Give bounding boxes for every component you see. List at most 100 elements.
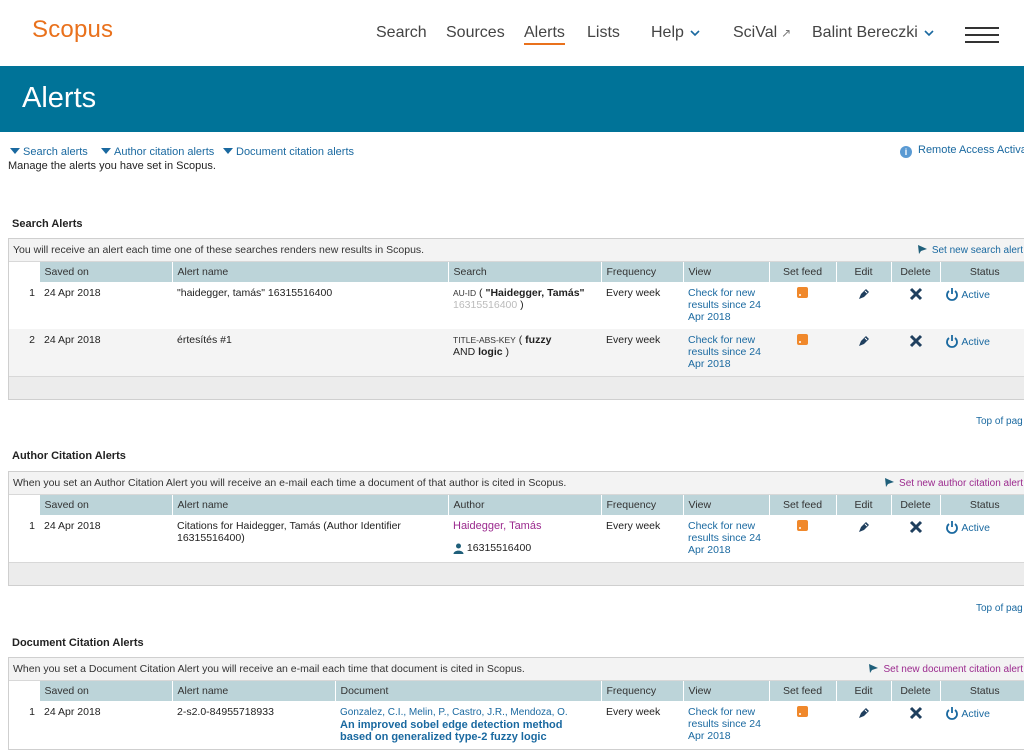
nav-scival[interactable]: SciVal ↗: [733, 24, 791, 42]
set-new-search-alert-link[interactable]: Set new search alert: [917, 244, 1023, 256]
saved-on-cell: 24 Apr 2018: [44, 706, 101, 718]
rss-feed-icon[interactable]: [797, 520, 808, 531]
column-header-view: View: [682, 262, 769, 282]
delete-x-icon[interactable]: [909, 706, 923, 720]
edit-cell: [836, 515, 891, 562]
rss-feed-icon[interactable]: [797, 287, 808, 298]
status-cell: Active: [940, 329, 1024, 376]
column-header-set-feed: Set feed: [768, 681, 836, 701]
flag-icon: [885, 478, 895, 487]
column-header-saved-on[interactable]: Saved on: [38, 681, 172, 701]
nav-alerts[interactable]: Alerts: [524, 24, 565, 45]
column-header-frequency[interactable]: Frequency: [600, 495, 683, 515]
triangle-down-icon: [10, 148, 20, 154]
column-header-document[interactable]: Document: [334, 681, 601, 701]
jump-search-alerts[interactable]: Search alerts: [10, 146, 88, 158]
nav-user-menu[interactable]: Balint Bereczki: [812, 24, 934, 42]
status-toggle[interactable]: Active: [945, 288, 990, 301]
delete-x-icon[interactable]: [909, 287, 923, 301]
nav-help[interactable]: Help: [651, 24, 700, 42]
edit-icon[interactable]: [857, 287, 871, 301]
set-feed-cell: [769, 282, 836, 329]
column-header-index: [9, 262, 39, 282]
column-header-alert-name[interactable]: Alert name: [171, 681, 335, 701]
document-title-link[interactable]: An improved sobel edge detection method …: [340, 719, 562, 743]
status-cell: Active: [940, 515, 1024, 562]
alert-name-cell: Citations for Haidegger, Tamás (Author I…: [177, 520, 401, 544]
search-alerts-panel-head: You will receive an alert each time one …: [9, 239, 1024, 262]
triangle-down-icon: [223, 148, 233, 154]
document-cell: Gonzalez, C.I., Melin, P., Castro, J.R.,…: [335, 701, 601, 749]
column-header-index: [9, 495, 39, 515]
edit-icon[interactable]: [857, 334, 871, 348]
column-header-delete: Delete: [890, 495, 940, 515]
search-field: TITLE-ABS-KEY: [453, 335, 516, 345]
search-open-paren: (: [515, 334, 526, 346]
check-new-results-link[interactable]: Check for new results since 24 Apr 2018: [688, 520, 761, 556]
status-toggle[interactable]: Active: [945, 521, 990, 534]
edit-cell: [836, 701, 891, 749]
document-authors-link[interactable]: Gonzalez, C.I., Melin, P., Castro, J.R.,…: [340, 707, 568, 718]
hamburger-menu-icon[interactable]: [965, 27, 999, 43]
search-field: AU-ID: [453, 288, 477, 298]
column-header-alert-name[interactable]: Alert name: [171, 495, 448, 515]
nav-search[interactable]: Search: [376, 24, 427, 42]
column-header-status: Status: [939, 262, 1024, 282]
edit-icon[interactable]: [857, 706, 871, 720]
author-link[interactable]: Haidegger, Tamás: [453, 520, 541, 532]
column-header-alert-name[interactable]: Alert name: [171, 262, 448, 282]
frequency-cell: Every week: [606, 287, 661, 299]
search-query-cell: TITLE-ABS-KEY ( fuzzy AND logic ): [448, 329, 601, 376]
column-header-view: View: [682, 495, 769, 515]
jump-document-alerts-label: Document citation alerts: [236, 146, 354, 158]
view-cell: Check for new results since 24 Apr 2018: [683, 282, 769, 329]
nav-sources[interactable]: Sources: [446, 24, 505, 42]
view-cell: Check for new results since 24 Apr 2018: [683, 329, 769, 376]
document-alerts-table: Saved on Alert name Document Frequency V…: [9, 681, 1024, 749]
column-header-search[interactable]: Search: [447, 262, 601, 282]
table-header-row: Saved on Alert name Document Frequency V…: [9, 681, 1024, 701]
delete-x-icon[interactable]: [909, 334, 923, 348]
page-title: Alerts: [22, 82, 97, 114]
column-header-saved-on[interactable]: Saved on: [38, 495, 172, 515]
status-toggle[interactable]: Active: [945, 707, 990, 720]
column-header-saved-on[interactable]: Saved on: [38, 262, 172, 282]
column-header-author[interactable]: Author: [447, 495, 601, 515]
column-header-frequency[interactable]: Frequency: [600, 681, 683, 701]
top-of-page-link[interactable]: Top of pag: [976, 603, 1023, 614]
column-header-status: Status: [939, 681, 1024, 701]
status-label: Active: [961, 708, 990, 720]
column-header-frequency[interactable]: Frequency: [600, 262, 683, 282]
document-alerts-panel-head: When you set a Document Citation Alert y…: [9, 658, 1024, 681]
scopus-logo[interactable]: Scopus: [32, 16, 113, 44]
status-cell: Active: [940, 701, 1024, 749]
flag-icon: [917, 245, 927, 254]
delete-x-icon[interactable]: [909, 520, 923, 534]
search-alerts-table: Saved on Alert name Search Frequency Vie…: [9, 262, 1024, 376]
table-row: 1 24 Apr 2018 "haidegger, tamás" 1631551…: [9, 282, 1024, 329]
table-row: 1 24 Apr 2018 Citations for Haidegger, T…: [9, 515, 1024, 562]
jump-author-alerts-label: Author citation alerts: [114, 146, 215, 158]
nav-lists[interactable]: Lists: [587, 24, 620, 42]
check-new-results-link[interactable]: Check for new results since 24 Apr 2018: [688, 334, 761, 370]
rss-feed-icon[interactable]: [797, 706, 808, 717]
remote-access-link[interactable]: i Remote Access Activatio: [900, 144, 1024, 158]
power-icon: [946, 288, 958, 301]
edit-icon[interactable]: [857, 520, 871, 534]
column-header-edit: Edit: [835, 495, 891, 515]
rss-feed-icon[interactable]: [797, 334, 808, 345]
chevron-down-icon: [924, 30, 934, 36]
search-extra: 16315516400: [453, 299, 518, 311]
check-new-results-link[interactable]: Check for new results since 24 Apr 2018: [688, 706, 761, 742]
column-header-index: [9, 681, 39, 701]
set-feed-cell: [769, 701, 836, 749]
check-new-results-link[interactable]: Check for new results since 24 Apr 2018: [688, 287, 761, 323]
jump-author-citation-alerts[interactable]: Author citation alerts: [101, 146, 214, 158]
top-of-page-link[interactable]: Top of pag: [976, 416, 1023, 427]
delete-cell: [891, 515, 940, 562]
jump-document-citation-alerts[interactable]: Document citation alerts: [223, 146, 354, 158]
set-new-document-alert-link[interactable]: Set new document citation alert: [868, 663, 1023, 675]
status-toggle[interactable]: Active: [945, 335, 990, 348]
set-new-author-alert-label: Set new author citation alert: [899, 478, 1023, 489]
set-new-author-alert-link[interactable]: Set new author citation alert: [884, 477, 1023, 489]
